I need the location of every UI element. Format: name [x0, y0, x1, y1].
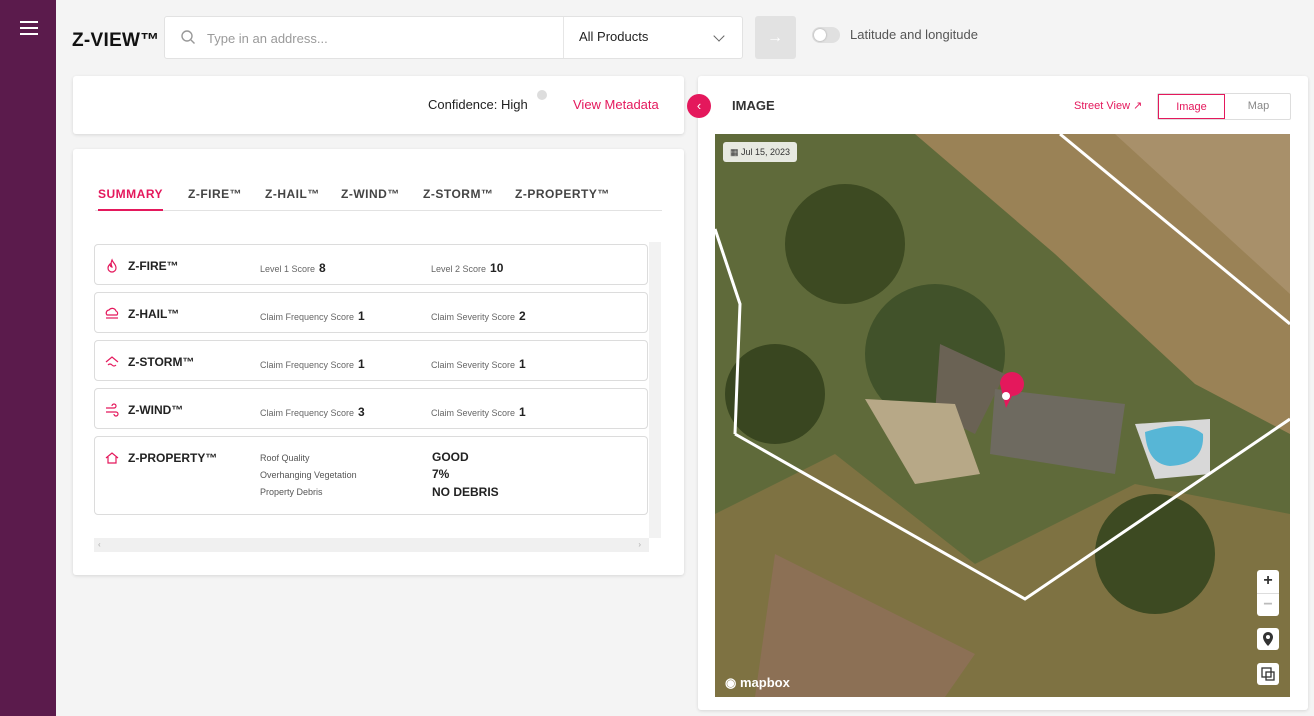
score-row-z-hail[interactable]: Z-HAIL™ Claim Frequency Score 1 Claim Sev…	[94, 292, 648, 333]
score-row-z-wind[interactable]: Z-WIND™ Claim Frequency Score 3 Claim Sev…	[94, 388, 648, 429]
score-value-2: 10	[490, 261, 504, 275]
external-link-icon: ↗	[1133, 100, 1143, 112]
property-value: GOOD	[432, 450, 469, 464]
storm-icon	[105, 356, 119, 367]
house-icon	[105, 452, 119, 464]
lat-long-toggle-label: Latitude and longitude	[850, 27, 978, 42]
confidence-text: Confidence: High	[428, 97, 528, 112]
score-row-z-property[interactable]: Z-PROPERTY™ Roof Quality GOOD Overhangin…	[94, 436, 648, 515]
fullscreen-button[interactable]	[1257, 663, 1279, 685]
scores-card: SUMMARY Z-FIRE™ Z-HAIL™ Z-WIND™ Z-STORM™…	[73, 149, 684, 575]
map-mode-button[interactable]: Map	[1225, 94, 1292, 119]
view-metadata-link[interactable]: View Metadata	[573, 97, 659, 112]
aerial-imagery	[715, 134, 1290, 697]
property-label: Property Debris	[260, 487, 323, 497]
score-label-2: Claim Severity Score 2	[431, 309, 526, 323]
aerial-map[interactable]: ▦ Jul 15, 2023 + − ◉ mapbox	[715, 134, 1290, 697]
calendar-icon: ▦	[730, 147, 742, 157]
score-value-1: 1	[358, 309, 365, 323]
chevron-down-icon	[713, 30, 725, 42]
tab-z-storm[interactable]: Z-STORM™	[423, 187, 493, 211]
scroll-left-icon[interactable]: ‹	[98, 540, 101, 549]
property-label: Overhanging Vegetation	[260, 470, 357, 480]
score-row-z-fire[interactable]: Z-FIRE™ Level 1 Score 8 Level 2 Score 10	[94, 244, 648, 285]
view-mode-toggle: Image Map	[1157, 93, 1291, 120]
score-label-1: Claim Frequency Score 1	[260, 309, 365, 323]
product-select-value: All Products	[579, 29, 649, 44]
vertical-scrollbar[interactable]	[649, 242, 661, 538]
zoom-control: + −	[1257, 570, 1279, 616]
score-label-1: Claim Frequency Score 3	[260, 405, 365, 419]
mapbox-icon: ◉	[725, 675, 737, 690]
hail-cloud-icon	[105, 307, 119, 319]
product-select[interactable]: All Products	[579, 17, 739, 58]
info-icon[interactable]	[537, 90, 547, 100]
score-value-2: 1	[519, 405, 526, 419]
arrow-right-icon: →	[767, 29, 783, 46]
mapbox-logo: ◉ mapbox	[725, 675, 790, 690]
wind-icon	[106, 403, 119, 417]
score-value-1: 8	[319, 261, 326, 275]
brand-title: Z-VIEW™	[72, 30, 160, 51]
score-name: Z-WIND™	[128, 403, 184, 417]
scroll-right-icon[interactable]: ›	[638, 540, 641, 549]
score-name: Z-HAIL™	[128, 307, 180, 321]
score-name: Z-STORM™	[128, 355, 195, 369]
tab-z-fire[interactable]: Z-FIRE™	[188, 187, 242, 211]
tab-summary[interactable]: SUMMARY	[98, 187, 164, 211]
score-value-2: 1	[519, 357, 526, 371]
lat-long-toggle[interactable]	[812, 27, 840, 43]
search-icon	[181, 30, 195, 44]
toggle-knob	[814, 29, 826, 41]
screenshot-icon	[1261, 667, 1275, 681]
property-value: 7%	[432, 467, 450, 481]
confidence-card: Confidence: High View Metadata	[73, 76, 684, 134]
score-name: Z-PROPERTY™	[128, 451, 218, 465]
search-submit-button[interactable]: →	[755, 16, 796, 59]
address-search-input[interactable]	[207, 27, 547, 49]
fire-icon	[107, 258, 117, 273]
score-label-2: Claim Severity Score 1	[431, 357, 526, 371]
score-value-1: 3	[358, 405, 365, 419]
map-pin-icon	[1263, 632, 1273, 646]
property-label: Roof Quality	[260, 453, 310, 463]
tab-z-hail[interactable]: Z-HAIL™	[265, 187, 320, 211]
collapse-panel-button[interactable]: ‹	[687, 94, 711, 118]
location-pin-button[interactable]	[1257, 628, 1279, 650]
imagery-title: IMAGE	[732, 98, 775, 113]
horizontal-scrollbar[interactable]: ‹ ›	[94, 538, 649, 552]
zoom-in-button[interactable]: +	[1257, 570, 1279, 593]
tab-bar: SUMMARY Z-FIRE™ Z-HAIL™ Z-WIND™ Z-STORM™…	[95, 187, 662, 211]
left-sidebar	[0, 0, 56, 716]
imagery-card: ‹ IMAGE Street View ↗ Image Map ▦ Jul 15…	[687, 76, 1308, 710]
imagery-date-badge: ▦ Jul 15, 2023	[723, 142, 798, 162]
score-name: Z-FIRE™	[128, 259, 179, 273]
score-value-2: 2	[519, 309, 526, 323]
search-divider	[563, 17, 564, 58]
score-row-z-storm[interactable]: Z-STORM™ Claim Frequency Score 1 Claim Se…	[94, 340, 648, 381]
zoom-out-button[interactable]: −	[1257, 593, 1279, 616]
tab-z-wind[interactable]: Z-WIND™	[341, 187, 400, 211]
score-label-2: Level 2 Score 10	[431, 261, 504, 275]
image-mode-button[interactable]: Image	[1158, 94, 1225, 119]
search-box: All Products	[164, 16, 743, 59]
score-value-1: 1	[358, 357, 365, 371]
tab-z-property[interactable]: Z-PROPERTY™	[515, 187, 610, 211]
hamburger-menu-icon[interactable]	[20, 21, 38, 35]
street-view-link[interactable]: Street View ↗	[1074, 99, 1142, 112]
score-label-2: Claim Severity Score 1	[431, 405, 526, 419]
score-label-1: Level 1 Score 8	[260, 261, 326, 275]
top-bar: Z-VIEW™ All Products → Latitude and long…	[56, 0, 1314, 70]
score-label-1: Claim Frequency Score 1	[260, 357, 365, 371]
property-value: NO DEBRIS	[432, 485, 499, 499]
